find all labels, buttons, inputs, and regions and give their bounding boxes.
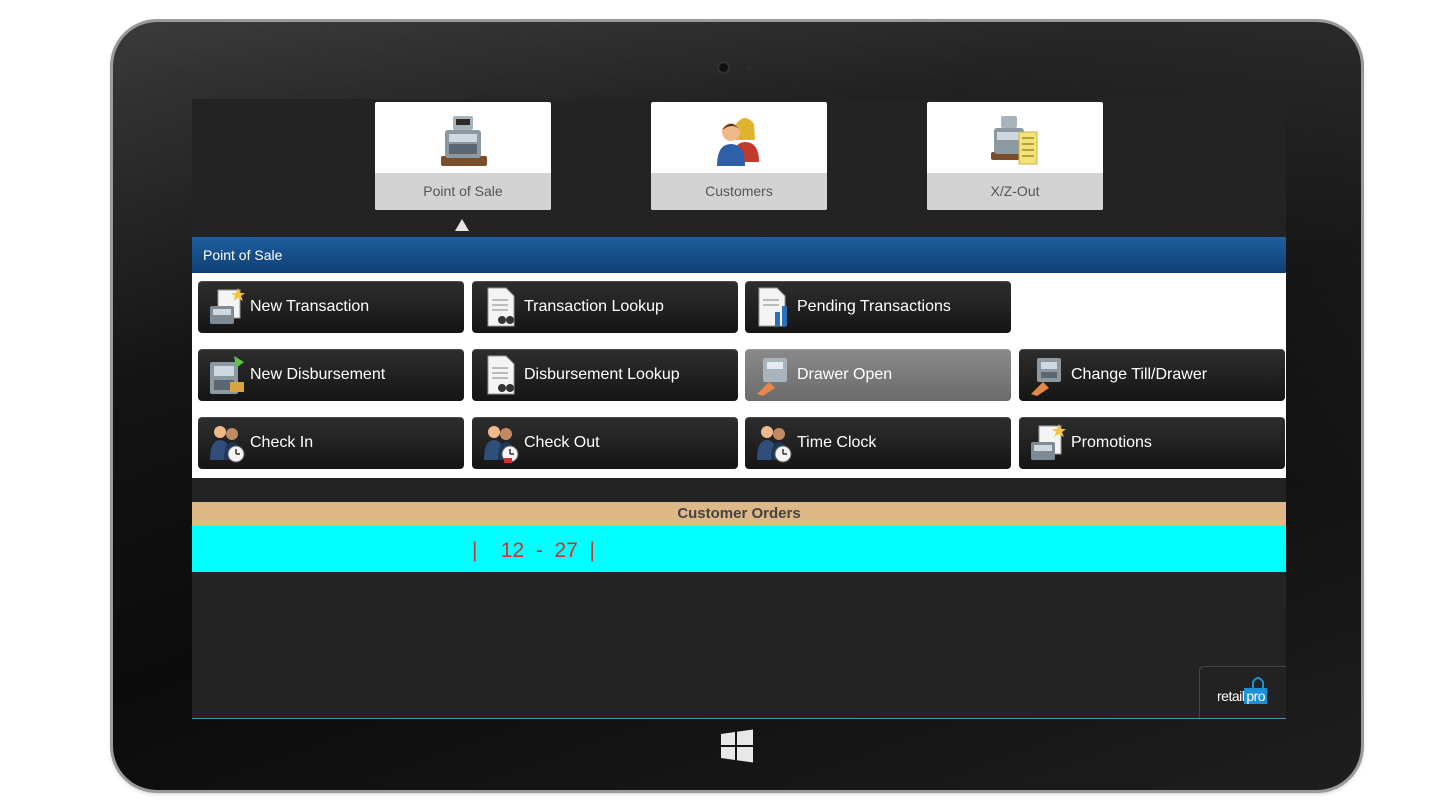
active-module-indicator-icon bbox=[455, 219, 469, 231]
button-label: Disbursement Lookup bbox=[524, 366, 680, 383]
logo-text-pro: pro bbox=[1244, 688, 1268, 704]
module-label: Point of Sale bbox=[375, 173, 551, 210]
camera-icon bbox=[719, 63, 728, 72]
retailpro-logo: retail pro bbox=[1199, 666, 1286, 718]
change-drawer-icon bbox=[1031, 358, 1061, 396]
app-screen: Point of Sale Customers X/Z-Out Point of… bbox=[192, 99, 1286, 719]
button-label: Time Clock bbox=[797, 434, 877, 451]
button-label: New Disbursement bbox=[250, 366, 386, 383]
document-search-icon bbox=[487, 355, 515, 395]
new-disbursement-icon bbox=[210, 356, 244, 394]
pending-transactions-button[interactable]: Pending Transactions bbox=[745, 281, 1011, 333]
button-label: Drawer Open bbox=[797, 366, 893, 383]
new-transaction-icon bbox=[210, 288, 245, 324]
module-customers[interactable]: Customers bbox=[651, 102, 827, 210]
module-label: X/Z-Out bbox=[927, 173, 1103, 210]
button-label: Check Out bbox=[524, 434, 600, 451]
customers-icon bbox=[717, 118, 759, 166]
promotions-button[interactable]: Promotions bbox=[1019, 417, 1285, 469]
cash-register-receipt-icon bbox=[991, 116, 1038, 165]
button-label: Promotions bbox=[1071, 434, 1152, 451]
button-label: Change Till/Drawer bbox=[1071, 366, 1208, 383]
shopping-bag-icon bbox=[1252, 677, 1264, 688]
customer-orders-header: Customer Orders bbox=[192, 502, 1286, 526]
button-label: Pending Transactions bbox=[797, 298, 951, 315]
button-label: New Transaction bbox=[250, 298, 370, 315]
logo-text-retail: retail bbox=[1217, 688, 1245, 704]
clock-in-icon bbox=[210, 426, 245, 463]
new-transaction-button[interactable]: New Transaction bbox=[198, 281, 464, 333]
cash-register-icon bbox=[441, 116, 487, 166]
time-clock-button[interactable]: Time Clock bbox=[745, 417, 1011, 469]
button-label: Check In bbox=[250, 434, 314, 451]
module-point-of-sale[interactable]: Point of Sale bbox=[375, 102, 551, 210]
section-title: Point of Sale bbox=[192, 237, 1286, 273]
module-xz-out[interactable]: X/Z-Out bbox=[927, 102, 1103, 210]
check-out-button[interactable]: Check Out bbox=[472, 417, 738, 469]
customer-orders-range: | 12 - 27 | bbox=[472, 539, 595, 562]
drawer-open-icon bbox=[757, 358, 787, 396]
sensor-dot bbox=[746, 65, 752, 71]
document-search-icon bbox=[487, 287, 515, 327]
windows-button[interactable] bbox=[719, 728, 755, 764]
change-till-drawer-button[interactable]: Change Till/Drawer bbox=[1019, 349, 1285, 401]
clock-out-icon bbox=[484, 426, 519, 463]
drawer-open-button[interactable]: Drawer Open bbox=[745, 349, 1011, 401]
time-clock-icon bbox=[757, 426, 792, 463]
customer-orders-row[interactable]: | 12 - 27 | bbox=[192, 526, 1286, 572]
new-disbursement-button[interactable]: New Disbursement bbox=[198, 349, 464, 401]
windows-logo-icon bbox=[721, 729, 753, 763]
disbursement-lookup-button[interactable]: Disbursement Lookup bbox=[472, 349, 738, 401]
transaction-lookup-button[interactable]: Transaction Lookup bbox=[472, 281, 738, 333]
module-label: Customers bbox=[651, 173, 827, 210]
promotions-icon bbox=[1031, 424, 1066, 460]
check-in-button[interactable]: Check In bbox=[198, 417, 464, 469]
button-label: Transaction Lookup bbox=[524, 298, 664, 315]
action-panel: New Transaction Transaction Lookup Pendi… bbox=[192, 273, 1286, 478]
pending-documents-icon bbox=[758, 287, 787, 327]
